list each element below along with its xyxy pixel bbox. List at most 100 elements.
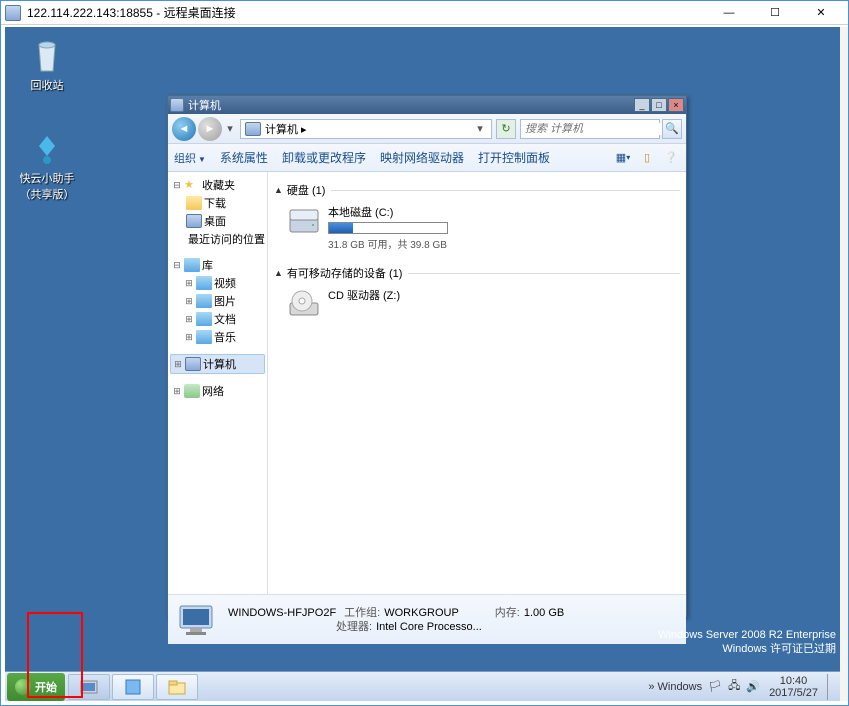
start-label: 开始 (35, 679, 57, 695)
recycle-bin-label: 回收站 (17, 77, 77, 93)
cd-drive-label: CD 驱动器 (Z:) (328, 287, 488, 303)
rdp-icon (5, 5, 21, 21)
taskbar-item-server-manager[interactable] (68, 674, 110, 700)
status-memory-label: 内存: (495, 606, 520, 620)
breadcrumb-dropdown[interactable]: ▾ (473, 122, 487, 135)
status-workgroup: WORKGROUP (384, 606, 459, 620)
tray-clock[interactable]: 10:40 2017/5/27 (763, 675, 824, 699)
explorer-title: 计算机 (188, 97, 633, 113)
taskbar[interactable]: 开始 » Windows 🏳 🖧 🔊 10:40 2017/5/27 (5, 671, 844, 701)
preview-pane-button[interactable]: ▯ (638, 149, 656, 167)
local-disk-c[interactable]: 本地磁盘 (C:) 31.8 GB 可用，共 39.8 GB (288, 204, 680, 251)
tree-documents[interactable]: ⊞文档 (170, 310, 265, 328)
map-network-drive-link[interactable]: 映射网络驱动器 (380, 149, 464, 166)
clock-time: 10:40 (769, 675, 818, 687)
open-control-panel-link[interactable]: 打开控制面板 (478, 149, 550, 166)
trash-icon (29, 39, 65, 75)
explorer-content[interactable]: ▲ 硬盘 (1) 本地磁盘 (C:) 31.8 GB 可用，共 39.8 GB (268, 172, 686, 594)
tree-music[interactable]: ⊞音乐 (170, 328, 265, 346)
rdp-window: 122.114.222.143:18855 - 远程桌面连接 — ☐ ✕ 回收站… (0, 0, 849, 706)
cloud-helper-icon (29, 132, 65, 168)
local-disk-label: 本地磁盘 (C:) (328, 204, 488, 220)
tray-flag-icon[interactable]: 🏳 (708, 680, 722, 693)
helper-icon[interactable]: 快云小助手（共享版） (9, 132, 85, 202)
status-processor: Intel Core Processo... (376, 620, 482, 634)
status-memory: 1.00 GB (524, 606, 564, 620)
windows-watermark: Windows Server 2008 R2 Enterprise Window… (658, 628, 836, 656)
tree-favorites[interactable]: ⊟★收藏夹 (170, 176, 265, 194)
uninstall-programs-link[interactable]: 卸载或更改程序 (282, 149, 366, 166)
clock-date: 2017/5/27 (769, 687, 818, 699)
view-options-button[interactable]: ▦▾ (614, 149, 632, 167)
recycle-bin-icon[interactable]: 回收站 (17, 39, 77, 93)
status-workgroup-label: 工作组: (344, 606, 380, 620)
start-orb-icon (15, 679, 31, 695)
taskbar-item-window[interactable] (112, 674, 154, 700)
tree-network[interactable]: ⊞网络 (170, 382, 265, 400)
refresh-button[interactable]: ↻ (496, 119, 516, 139)
disk-usage-bar (328, 222, 448, 234)
explorer-toolbar: 组织▼ 系统属性 卸载或更改程序 映射网络驱动器 打开控制面板 ▦▾ ▯ ❔ (168, 144, 686, 172)
breadcrumb[interactable]: 计算机 ▸ ▾ (240, 119, 492, 139)
tree-pictures[interactable]: ⊞图片 (170, 292, 265, 310)
status-computer-name: WINDOWS-HFJPO2F (228, 606, 336, 620)
explorer-close-button[interactable]: × (668, 98, 684, 112)
removable-group-text: 有可移动存储的设备 (1) (287, 265, 403, 281)
tree-downloads[interactable]: 下载 (170, 194, 265, 212)
rdp-titlebar[interactable]: 122.114.222.143:18855 - 远程桌面连接 — ☐ ✕ (1, 1, 848, 25)
status-info: WINDOWS-HFJPO2F 工作组: WORKGROUP 内存: 1.00 … (228, 606, 564, 634)
organize-menu[interactable]: 组织▼ (174, 150, 206, 166)
tree-recent[interactable]: 最近访问的位置 (170, 230, 265, 248)
minimize-button[interactable]: — (706, 2, 752, 24)
explorer-maximize-button[interactable]: □ (651, 98, 667, 112)
start-button[interactable]: 开始 (7, 673, 65, 701)
help-button[interactable]: ❔ (662, 149, 680, 167)
breadcrumb-text: 计算机 ▸ (265, 121, 473, 137)
rdp-window-controls: — ☐ ✕ (706, 2, 844, 24)
watermark-edition: Windows Server 2008 R2 Enterprise (658, 628, 836, 642)
search-input[interactable] (525, 123, 668, 135)
helper-label: 快云小助手（共享版） (9, 170, 85, 202)
cd-drive-z[interactable]: CD 驱动器 (Z:) (288, 287, 680, 319)
watermark-license: Windows 许可证已过期 (658, 642, 836, 656)
explorer-window: 计算机 _ □ × ◄ ► ▾ 计算机 ▸ ▾ ↻ 🔍 (167, 95, 687, 617)
explorer-minimize-button[interactable]: _ (634, 98, 650, 112)
search-box[interactable] (520, 119, 660, 139)
back-button[interactable]: ◄ (172, 117, 196, 141)
maximize-button[interactable]: ☐ (752, 2, 798, 24)
tree-computer[interactable]: ⊞计算机 (170, 354, 265, 374)
explorer-statusbar: WINDOWS-HFJPO2F 工作组: WORKGROUP 内存: 1.00 … (168, 594, 686, 644)
tree-desktop[interactable]: 桌面 (170, 212, 265, 230)
tray-volume-icon[interactable]: 🔊 (746, 680, 760, 693)
hard-disk-icon (288, 204, 320, 236)
forward-button[interactable]: ► (198, 117, 222, 141)
taskbar-item-explorer[interactable] (156, 674, 198, 700)
removable-group-header[interactable]: ▲ 有可移动存储的设备 (1) (274, 265, 680, 281)
remote-desktop[interactable]: 回收站 快云小助手（共享版） 计算机 _ □ × ◄ ► ▾ (5, 27, 844, 701)
tree-videos[interactable]: ⊞视频 (170, 274, 265, 292)
tray-network-icon[interactable]: 🖧 (728, 677, 740, 696)
local-disk-space-text: 31.8 GB 可用，共 39.8 GB (328, 236, 488, 251)
explorer-body: ⊟★收藏夹 下载 桌面 最近访问的位置 ⊟库 ⊞视频 ⊞图片 ⊞文档 ⊞音乐 ⊞… (168, 172, 686, 594)
hdd-group-text: 硬盘 (1) (287, 182, 326, 198)
collapse-icon: ▲ (274, 185, 283, 195)
system-properties-link[interactable]: 系统属性 (220, 149, 268, 166)
status-processor-label: 处理器: (336, 620, 372, 634)
nav-history-dropdown[interactable]: ▾ (224, 122, 236, 135)
computer-large-icon (176, 600, 216, 640)
show-desktop-button[interactable] (827, 674, 837, 700)
tray-windows-label[interactable]: » Windows (648, 681, 702, 693)
explorer-titlebar[interactable]: 计算机 _ □ × (168, 96, 686, 114)
search-button[interactable]: 🔍 (662, 119, 682, 139)
system-tray[interactable]: » Windows 🏳 🖧 🔊 10:40 2017/5/27 (641, 674, 844, 700)
computer-icon (170, 98, 184, 112)
collapse-icon: ▲ (274, 268, 283, 278)
close-button[interactable]: ✕ (798, 2, 844, 24)
tree-libraries[interactable]: ⊟库 (170, 256, 265, 274)
hdd-group-header[interactable]: ▲ 硬盘 (1) (274, 182, 680, 198)
background-sliver (840, 27, 848, 701)
breadcrumb-computer-icon (245, 122, 261, 136)
navigation-tree[interactable]: ⊟★收藏夹 下载 桌面 最近访问的位置 ⊟库 ⊞视频 ⊞图片 ⊞文档 ⊞音乐 ⊞… (168, 172, 268, 594)
rdp-title: 122.114.222.143:18855 - 远程桌面连接 (27, 4, 706, 21)
explorer-navbar: ◄ ► ▾ 计算机 ▸ ▾ ↻ 🔍 (168, 114, 686, 144)
